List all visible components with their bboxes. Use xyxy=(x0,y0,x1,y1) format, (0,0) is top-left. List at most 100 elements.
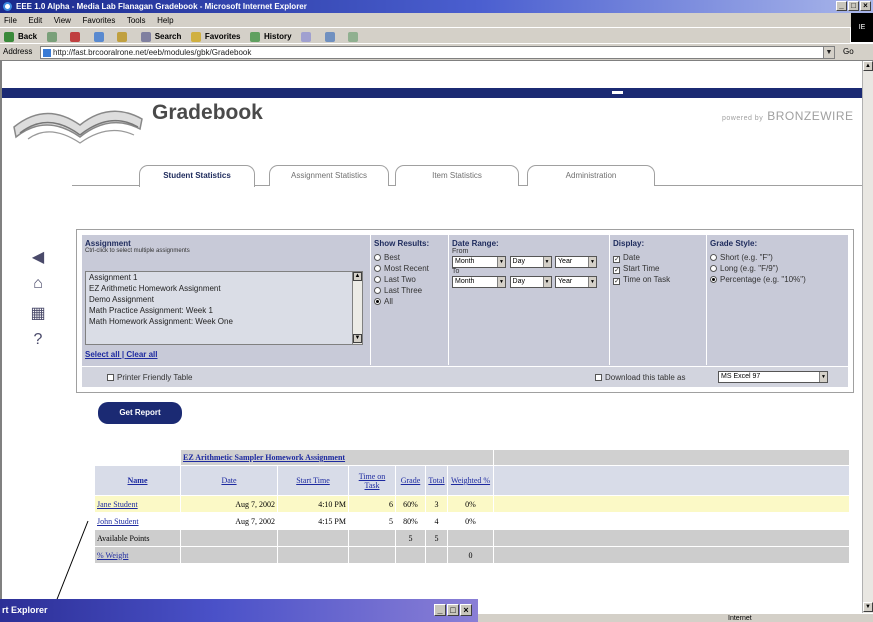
history-button[interactable]: History xyxy=(250,31,292,42)
forward-button[interactable] xyxy=(46,31,61,42)
page-scrollbar[interactable]: ▲ ▼ xyxy=(862,61,873,613)
assignment-listbox[interactable]: Assignment 1 EZ Arithmetic Homework Assi… xyxy=(85,271,363,345)
assignment-filter: Assignment Ctrl-click to select multiple… xyxy=(82,235,370,365)
col-header-date[interactable]: Date xyxy=(180,465,278,496)
scroll-down-icon[interactable]: ▼ xyxy=(353,334,362,343)
radio-icon xyxy=(374,276,381,283)
radio-last-two[interactable]: Last Two xyxy=(374,274,447,285)
menu-edit[interactable]: Edit xyxy=(28,16,42,25)
radio-icon xyxy=(374,254,381,261)
listbox-scrollbar[interactable]: ▲ ▼ xyxy=(352,272,362,344)
popup-close-button[interactable]: × xyxy=(460,604,472,616)
grid-icon[interactable]: ▦ xyxy=(28,303,48,325)
download-format-select[interactable]: MS Excel 97 ▼ xyxy=(718,371,828,383)
available-points-row: Available Points 5 5 xyxy=(94,529,850,547)
search-button[interactable]: Search xyxy=(140,31,181,42)
assignment-title: Assignment xyxy=(85,239,131,248)
radio-long[interactable]: Long (e.g. "F/9") xyxy=(710,263,848,274)
select-all-link[interactable]: Select all xyxy=(85,350,120,359)
radio-percentage[interactable]: Percentage (e.g. "10%") xyxy=(710,274,848,285)
from-month-select[interactable]: Month ▼ xyxy=(452,256,506,268)
cell-total: 4 xyxy=(425,512,448,530)
tab-item-statistics[interactable]: Item Statistics xyxy=(395,165,519,186)
printer-friendly-checkbox[interactable]: Printer Friendly Table xyxy=(107,372,192,383)
list-item[interactable]: Math Homework Assignment: Week One xyxy=(86,316,348,327)
popup-maximize-button[interactable]: □ xyxy=(447,604,459,616)
to-month-select[interactable]: Month ▼ xyxy=(452,276,506,288)
chevron-down-icon: ▼ xyxy=(542,257,551,267)
list-item[interactable]: EZ Arithmetic Homework Assignment xyxy=(86,283,348,294)
cell-weighted: 0% xyxy=(447,512,494,530)
tab-assignment-statistics[interactable]: Assignment Statistics xyxy=(269,165,389,186)
download-checkbox[interactable]: Download this table as xyxy=(595,372,686,383)
date-range-filter: Date Range: From Month ▼ Day ▼ Year ▼ To Mo… xyxy=(449,235,609,365)
scroll-down-icon[interactable]: ▼ xyxy=(863,602,873,612)
menu-help[interactable]: Help xyxy=(157,16,173,25)
col-header-total[interactable]: Total xyxy=(425,465,448,496)
close-button[interactable]: × xyxy=(860,1,871,11)
clear-all-link[interactable]: Clear all xyxy=(126,350,157,359)
mail-button[interactable] xyxy=(301,31,315,42)
back-arrow-icon[interactable]: ◀ xyxy=(28,247,48,269)
minimize-button[interactable]: _ xyxy=(836,1,847,11)
chevron-down-icon: ▼ xyxy=(497,277,505,287)
list-item[interactable]: Demo Assignment xyxy=(86,294,348,305)
list-item[interactable]: Assignment 1 xyxy=(86,272,348,283)
refresh-button[interactable] xyxy=(93,31,108,42)
radio-all[interactable]: All xyxy=(374,296,447,307)
radio-best[interactable]: Best xyxy=(374,252,447,263)
radio-icon xyxy=(710,265,717,272)
menu-favorites[interactable]: Favorites xyxy=(82,16,115,25)
menu-view[interactable]: View xyxy=(54,16,71,25)
go-button[interactable]: Go xyxy=(843,47,854,56)
check-icon: ✓ xyxy=(613,256,620,263)
scroll-up-icon[interactable]: ▲ xyxy=(863,61,873,71)
stop-button[interactable] xyxy=(70,31,84,42)
popup-minimize-button[interactable]: _ xyxy=(434,604,446,616)
checkbox-start-time[interactable]: ✓ Start Time xyxy=(613,263,706,274)
get-report-button[interactable]: Get Report xyxy=(98,402,182,424)
student-name-link[interactable]: Jane Student xyxy=(97,500,138,509)
star-icon xyxy=(190,31,201,42)
back-button[interactable]: Back xyxy=(4,31,37,42)
assignment-title-link[interactable]: EZ Arithmetic Sampler Homework Assignmen… xyxy=(183,453,345,462)
student-name-link[interactable]: John Student xyxy=(97,517,139,526)
checkbox-time-on-task[interactable]: ✓ Time on Task xyxy=(613,274,706,285)
col-header-start-time[interactable]: Start Time xyxy=(277,465,349,496)
address-input[interactable]: http://fast.brcooralrone.net/eeb/modules… xyxy=(40,46,835,59)
chevron-down-icon[interactable]: ▼ xyxy=(823,47,834,58)
to-day-select[interactable]: Day ▼ xyxy=(509,276,552,288)
col-header-name[interactable]: Name xyxy=(94,465,181,496)
col-header-weighted[interactable]: Weighted % xyxy=(447,465,494,496)
scroll-up-icon[interactable]: ▲ xyxy=(353,272,362,281)
radio-last-three[interactable]: Last Three xyxy=(374,285,447,296)
col-header-grade[interactable]: Grade xyxy=(395,465,426,496)
favorites-button[interactable]: Favorites xyxy=(190,31,240,42)
address-label: Address xyxy=(3,47,33,56)
col-header-time-on-task[interactable]: Time on Task xyxy=(348,465,396,496)
home-icon[interactable]: ⌂ xyxy=(28,275,48,297)
radio-icon xyxy=(374,265,381,272)
maximize-button[interactable]: □ xyxy=(848,1,859,11)
edit-button[interactable] xyxy=(348,31,362,42)
weight-link[interactable]: % Weight xyxy=(97,551,128,560)
cell-total: 3 xyxy=(425,495,448,513)
print-button[interactable] xyxy=(324,31,339,42)
report-filter-panel: Assignment Ctrl-click to select multiple… xyxy=(76,229,854,393)
menu-file[interactable]: File xyxy=(4,16,17,25)
help-icon[interactable]: ? xyxy=(28,331,48,353)
weight-row: % Weight 0 xyxy=(94,546,850,564)
to-year-select[interactable]: Year ▼ xyxy=(555,276,598,288)
menu-tools[interactable]: Tools xyxy=(127,16,146,25)
from-day-select[interactable]: Day ▼ xyxy=(509,256,552,268)
tab-administration[interactable]: Administration xyxy=(527,165,655,186)
popup-window-titlebar[interactable]: rt Explorer _ □ × xyxy=(0,599,478,622)
from-year-select[interactable]: Year ▼ xyxy=(555,256,598,268)
checkbox-date[interactable]: ✓ Date xyxy=(613,252,706,263)
home-button[interactable] xyxy=(117,31,131,42)
list-item[interactable]: Math Practice Assignment: Week 1 xyxy=(86,305,348,316)
table-row: John Student Aug 7, 2002 4:15 PM 5 80% 4… xyxy=(94,512,850,530)
radio-short[interactable]: Short (e.g. "F") xyxy=(710,252,848,263)
radio-most-recent[interactable]: Most Recent xyxy=(374,263,447,274)
tab-student-statistics[interactable]: Student Statistics xyxy=(139,165,255,187)
